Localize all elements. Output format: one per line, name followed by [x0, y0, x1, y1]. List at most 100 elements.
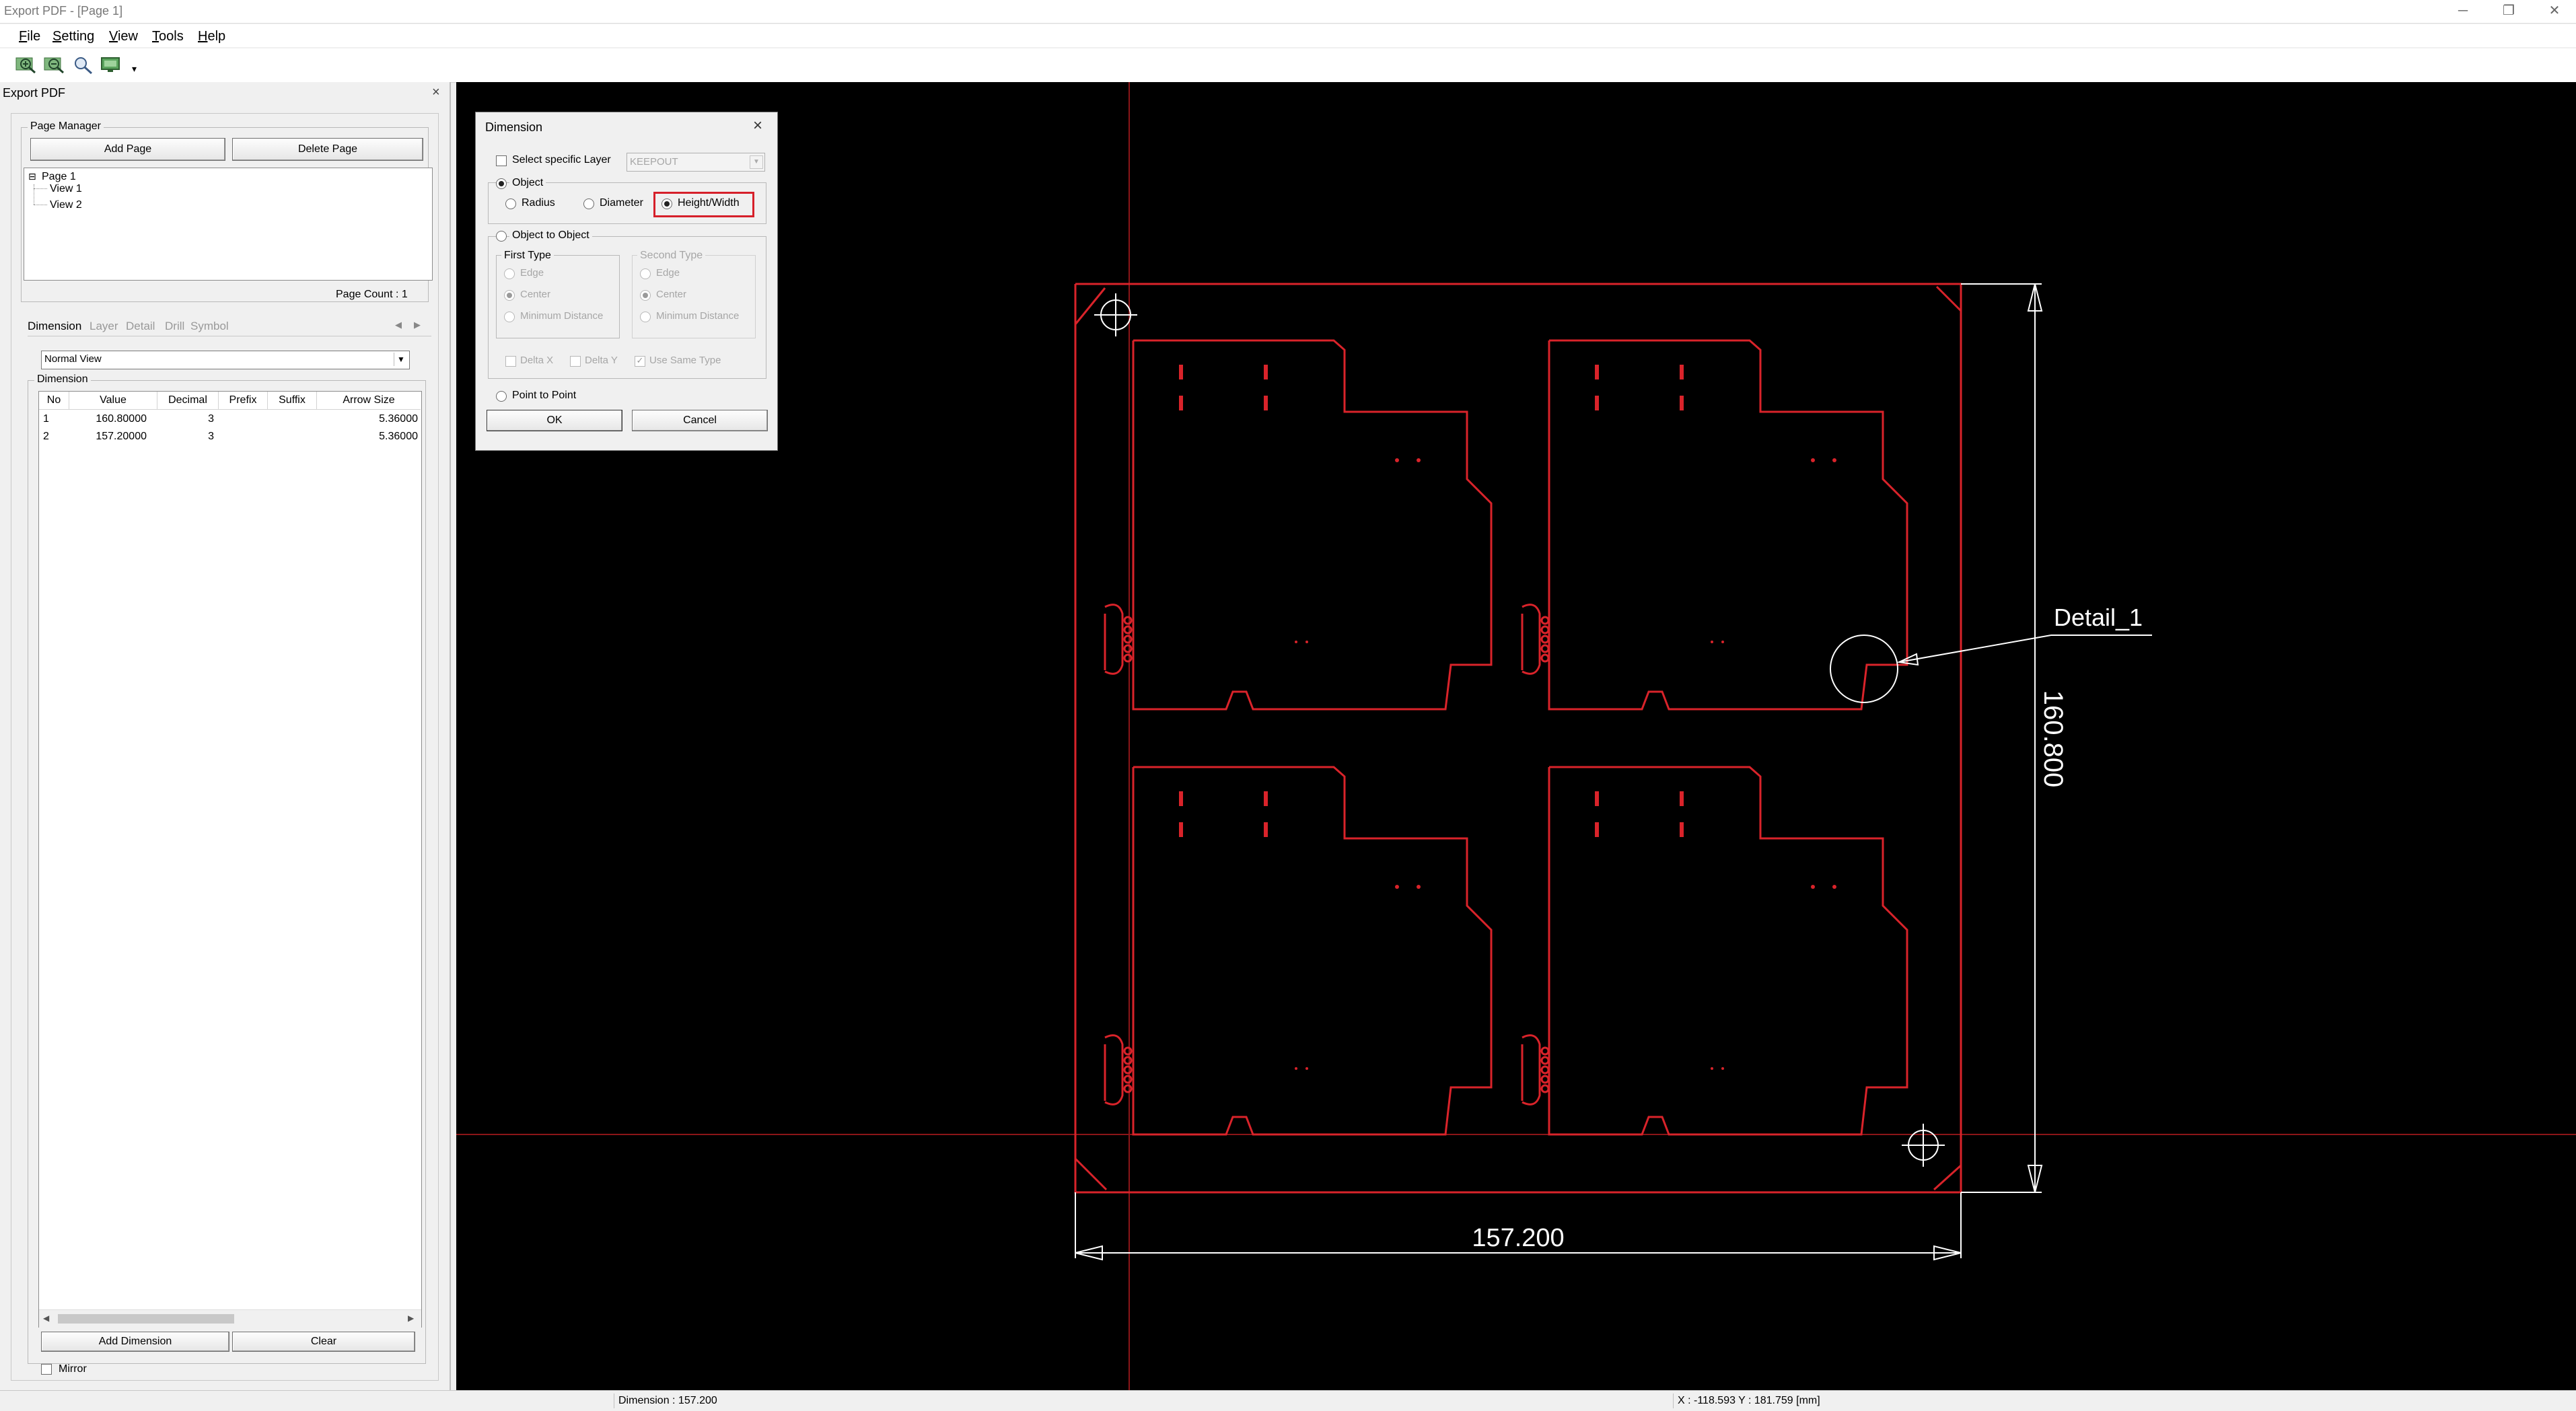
- cell-prefix: [219, 428, 267, 445]
- column-header[interactable]: Suffix: [268, 392, 317, 410]
- object-radio[interactable]: [496, 178, 507, 189]
- first-min-distance-radio[interactable]: [504, 312, 515, 322]
- clear-button[interactable]: Clear: [232, 1332, 415, 1352]
- delta-y-checkbox[interactable]: [570, 356, 581, 367]
- toolbar-overflow-icon[interactable]: ▾: [132, 63, 137, 75]
- status-coordinates: X : -118.593 Y : 181.759 [mm]: [1673, 1394, 2573, 1408]
- add-page-button[interactable]: Add Page: [30, 138, 225, 161]
- cancel-button[interactable]: Cancel: [632, 410, 768, 431]
- cell-suffix: [268, 428, 316, 445]
- page-tree[interactable]: ⊟ Page 1 View 1 View 2: [24, 168, 433, 281]
- mirror-checkbox[interactable]: [41, 1364, 52, 1375]
- restore-button[interactable]: ❐: [2490, 0, 2528, 23]
- panel-close-icon[interactable]: ×: [432, 85, 440, 100]
- column-header[interactable]: Value: [69, 392, 157, 410]
- second-center-label: Center: [656, 289, 687, 300]
- tree-item-view-1[interactable]: View 1: [50, 183, 82, 195]
- second-edge-radio[interactable]: [640, 268, 651, 279]
- panel-title: Export PDF: [3, 86, 66, 100]
- tree-item-page-1[interactable]: Page 1: [42, 171, 76, 183]
- fiducial-bottom-right-icon: [1902, 1124, 1945, 1167]
- tree-collapse-icon[interactable]: ⊟: [28, 171, 36, 182]
- column-header[interactable]: Prefix: [219, 392, 268, 410]
- fiducial-top-left-icon: [1094, 293, 1137, 336]
- second-center-radio[interactable]: [640, 290, 651, 301]
- first-center-label: Center: [520, 289, 551, 300]
- monitor-icon[interactable]: [100, 54, 122, 75]
- tab-dimension[interactable]: Dimension: [28, 320, 81, 333]
- dimension-group-title: Dimension: [34, 373, 91, 386]
- second-min-distance-radio[interactable]: [640, 312, 651, 322]
- first-min-distance-label: Minimum Distance: [520, 310, 604, 322]
- diameter-radio[interactable]: [583, 198, 594, 209]
- tree-item-view-2[interactable]: View 2: [50, 199, 82, 211]
- tab-symbol[interactable]: Symbol: [190, 320, 229, 333]
- delta-x-label: Delta X: [520, 355, 554, 366]
- second-min-distance-label: Minimum Distance: [656, 310, 740, 322]
- title-bar: Export PDF - [Page 1] ─ ❐ ✕: [0, 0, 2576, 24]
- dimension-table[interactable]: No Value Decimal Prefix Suffix Arrow Siz…: [38, 391, 422, 1328]
- zoom-fit-icon[interactable]: [71, 54, 94, 75]
- view-mode-select[interactable]: Normal View ▼: [41, 351, 410, 369]
- tab-detail[interactable]: Detail: [126, 320, 155, 333]
- toolbar: ▾: [0, 48, 2576, 83]
- first-edge-radio[interactable]: [504, 268, 515, 279]
- cell-suffix: [268, 410, 316, 428]
- dimension-dialog: Dimension × Select specific Layer KEEPOU…: [475, 112, 778, 451]
- tab-layer[interactable]: Layer: [90, 320, 118, 333]
- scroll-left-icon[interactable]: ◀: [43, 1313, 49, 1323]
- menu-tools[interactable]: Tools: [152, 29, 184, 44]
- chevron-down-icon[interactable]: ▼: [394, 353, 408, 366]
- chevron-down-icon[interactable]: ▼: [750, 155, 763, 169]
- menu-help[interactable]: Help: [198, 29, 225, 44]
- select-layer-checkbox[interactable]: [496, 155, 507, 166]
- horizontal-scrollbar[interactable]: ◀ ▶: [39, 1309, 421, 1328]
- minimize-button[interactable]: ─: [2444, 0, 2482, 23]
- layer-select[interactable]: KEEPOUT ▼: [627, 153, 765, 172]
- use-same-type-checkbox[interactable]: ✓: [635, 356, 645, 367]
- column-header[interactable]: Decimal: [157, 392, 219, 410]
- page-count: Page Count : 1: [336, 289, 408, 300]
- height-width-label: Height/Width: [678, 197, 740, 209]
- table-row[interactable]: 1 160.80000 3 5.36000: [39, 410, 421, 428]
- window-title: Export PDF - [Page 1]: [4, 4, 123, 17]
- object-to-object-radio[interactable]: [496, 231, 507, 242]
- mirror-label: Mirror: [59, 1363, 87, 1375]
- cell-value: 160.80000: [96, 413, 147, 425]
- add-dimension-button[interactable]: Add Dimension: [41, 1332, 229, 1352]
- zoom-in-icon[interactable]: [15, 54, 38, 75]
- column-header[interactable]: No: [39, 392, 69, 410]
- tab-drill[interactable]: Drill: [165, 320, 184, 333]
- first-type-title: First Type: [501, 250, 554, 262]
- radius-label: Radius: [522, 197, 555, 209]
- tab-next-icon[interactable]: ▶: [414, 320, 421, 330]
- table-row[interactable]: 2 157.20000 3 5.36000: [39, 428, 421, 445]
- column-header[interactable]: Arrow Size: [317, 392, 421, 410]
- radius-radio[interactable]: [505, 198, 516, 209]
- delete-page-button[interactable]: Delete Page: [232, 138, 423, 161]
- cell-decimal: 3: [208, 413, 214, 425]
- point-to-point-radio[interactable]: [496, 391, 507, 402]
- delta-x-checkbox[interactable]: [505, 356, 516, 367]
- dialog-close-icon[interactable]: ×: [753, 116, 762, 135]
- pcb-board-bottom-left: [1132, 766, 1493, 1136]
- menu-bar: File Setting View Tools Help: [0, 24, 2576, 47]
- menu-setting[interactable]: Setting: [52, 29, 94, 44]
- ok-button[interactable]: OK: [487, 410, 622, 431]
- pcb-board-top-right: [1548, 339, 1908, 711]
- first-center-radio[interactable]: [504, 290, 515, 301]
- height-width-radio[interactable]: [661, 198, 672, 209]
- cell-value: 157.20000: [96, 431, 147, 442]
- tree-line: [34, 188, 47, 189]
- zoom-out-icon[interactable]: [43, 54, 66, 75]
- cell-arrow-size: 5.36000: [379, 413, 418, 425]
- tab-prev-icon[interactable]: ◀: [395, 320, 402, 330]
- close-window-button[interactable]: ✕: [2536, 0, 2573, 23]
- menu-view[interactable]: View: [109, 29, 138, 44]
- height-dimension-lines: [1961, 283, 2043, 1193]
- dialog-title: Dimension: [485, 120, 543, 134]
- menu-file[interactable]: File: [19, 29, 40, 44]
- status-dimension: Dimension : 157.200: [614, 1394, 1676, 1408]
- scroll-thumb[interactable]: [58, 1314, 234, 1324]
- scroll-right-icon[interactable]: ▶: [408, 1313, 414, 1323]
